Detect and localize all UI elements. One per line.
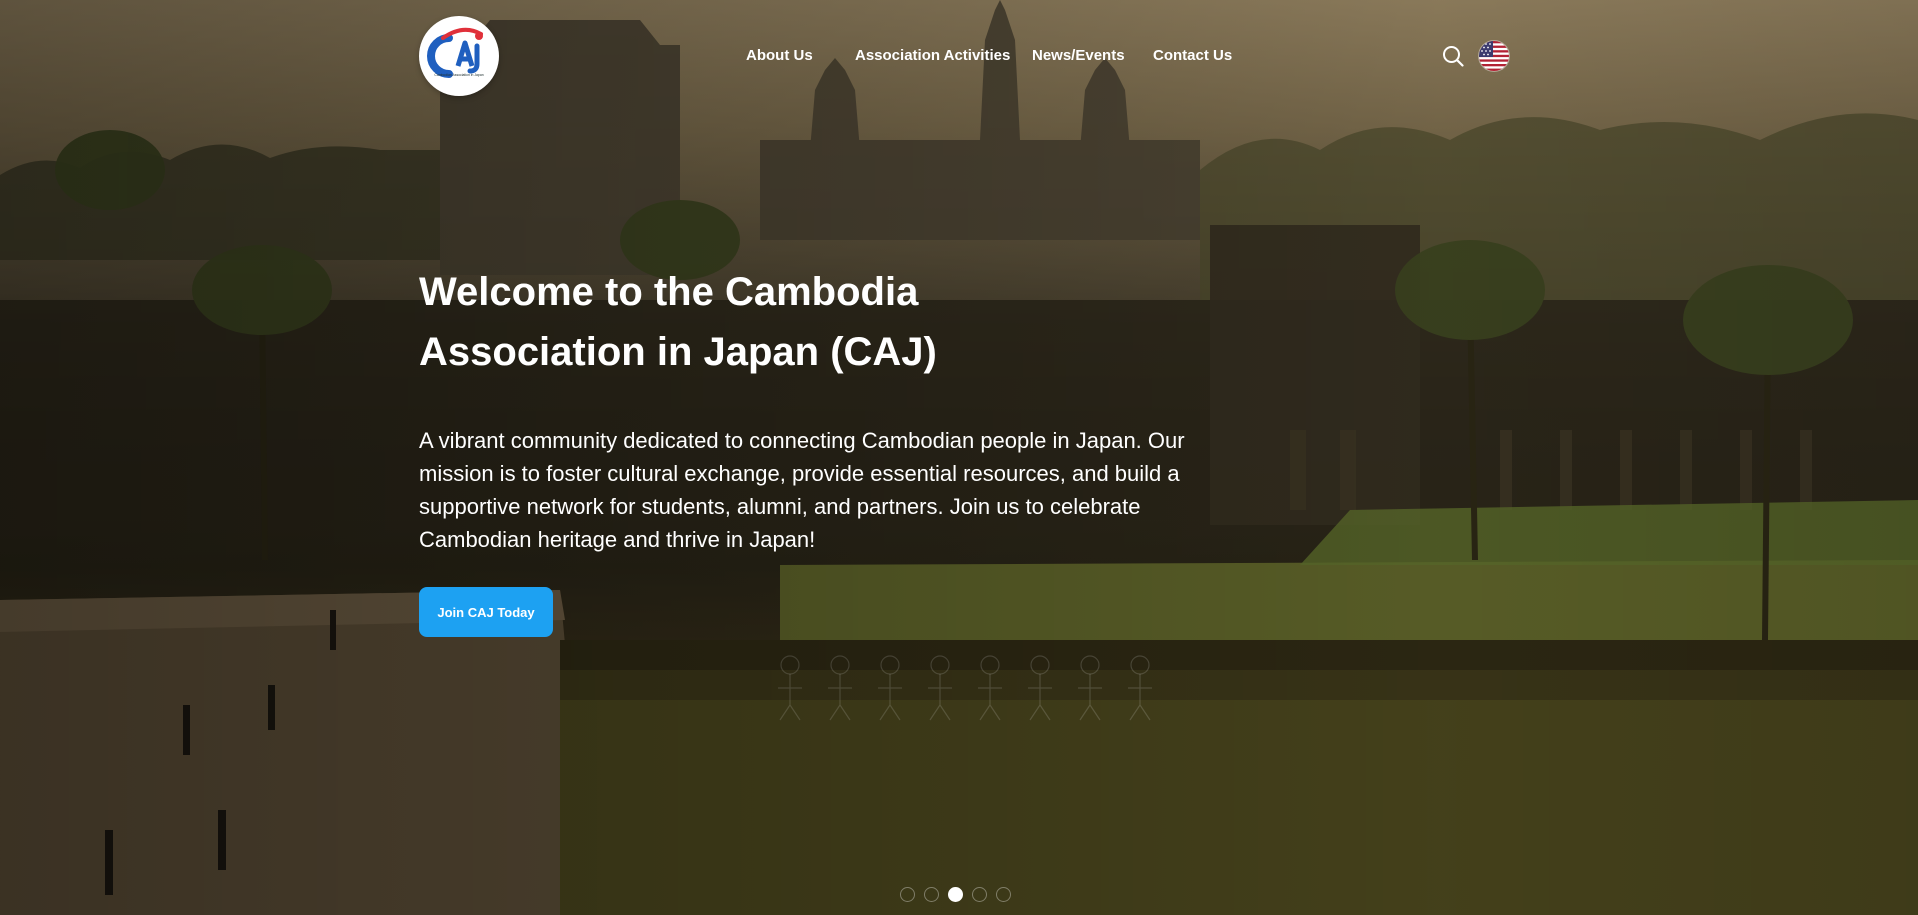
search-icon[interactable] [1442,45,1464,67]
carousel-dot-5[interactable] [996,887,1011,902]
carousel-dot-2[interactable] [924,887,939,902]
caj-logo-mark [427,27,483,78]
hero-title: Welcome to the Cambodia Association in J… [419,262,1119,382]
nav-about-us[interactable]: About Us [746,47,813,64]
us-flag-icon[interactable] [1479,41,1509,71]
site-header: Cambodian Association in Japan About Us … [0,0,1918,110]
hero-description: A vibrant community dedicated to connect… [419,428,1185,552]
nav-association-activities[interactable]: Association Activities [855,47,1010,64]
hero-title-line-1: Welcome to the Cambodia [419,270,919,314]
hero-title-line-2: Association in Japan (CAJ) [419,330,937,374]
logo-caption: Cambodian Association in Japan [434,73,484,77]
join-caj-button[interactable]: Join CAJ Today [419,587,553,637]
caj-logo[interactable]: Cambodian Association in Japan [419,16,499,96]
carousel-dot-1[interactable] [900,887,915,902]
nav-news-events[interactable]: News/Events [1032,47,1125,64]
carousel-dot-4[interactable] [972,887,987,902]
carousel-dot-3[interactable] [948,887,963,902]
nav-contact-us[interactable]: Contact Us [1153,47,1232,64]
